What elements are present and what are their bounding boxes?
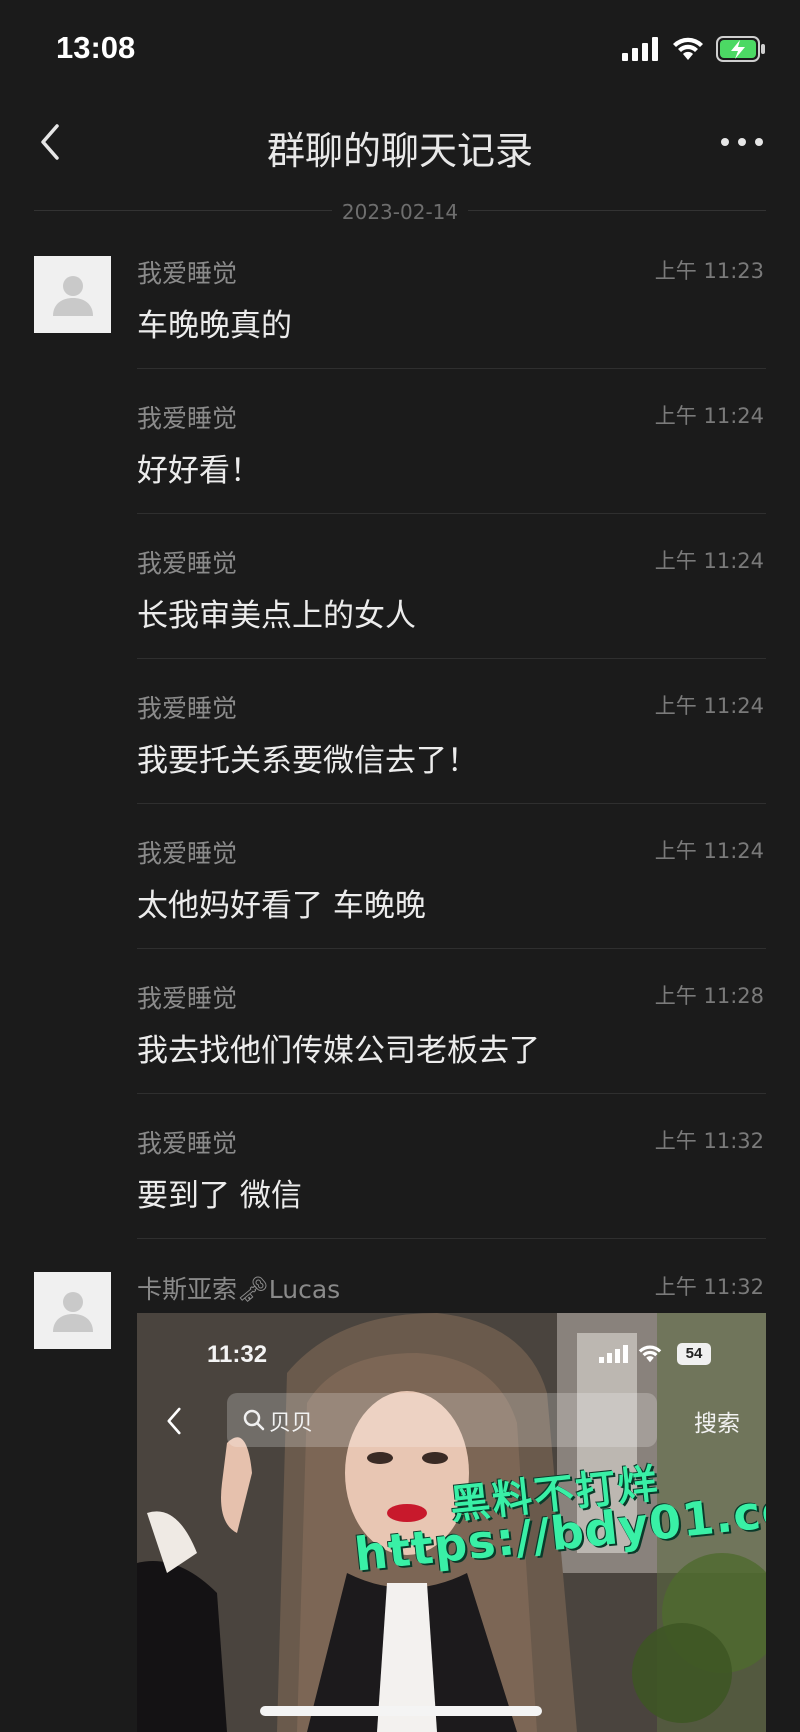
message-divider bbox=[137, 948, 766, 949]
default-avatar-icon bbox=[52, 1291, 93, 1332]
date-separator: 2023-02-14 bbox=[34, 196, 766, 226]
inner-signal-icon bbox=[599, 1345, 628, 1363]
message-time: 上午 11:24 bbox=[654, 694, 764, 718]
message-time: 上午 11:23 bbox=[654, 259, 764, 283]
page-title: 群聊的聊天记录 bbox=[266, 129, 533, 173]
message-divider bbox=[137, 368, 766, 369]
sender-name: 我爱睡觉 bbox=[137, 694, 238, 723]
avatar[interactable] bbox=[34, 256, 111, 333]
message-divider bbox=[137, 658, 766, 659]
status-bar: 13:08 bbox=[0, 0, 800, 100]
message-divider bbox=[137, 803, 766, 804]
image-attachment[interactable]: 11:32 54 贝贝 搜索 黑料不打烊 https://bdy01.com bbox=[137, 1313, 766, 1732]
inner-search-query: 贝贝 bbox=[269, 1411, 314, 1436]
sender-name: 卡斯亚索🗝Lucas bbox=[137, 1275, 341, 1304]
message-text: 好好看！ bbox=[137, 453, 261, 489]
more-options-button[interactable] bbox=[714, 120, 770, 164]
battery-charging-icon bbox=[716, 36, 765, 62]
more-dots-icon bbox=[721, 138, 763, 146]
sender-name: 我爱睡觉 bbox=[137, 549, 238, 578]
message-text: 我要托关系要微信去了！ bbox=[137, 743, 478, 779]
message-divider bbox=[137, 1093, 766, 1094]
message-text: 长我审美点上的女人 bbox=[137, 598, 416, 634]
avatar[interactable] bbox=[34, 1272, 111, 1349]
inner-battery-badge: 54 bbox=[677, 1343, 711, 1365]
message-time: 上午 11:24 bbox=[654, 839, 764, 863]
cellular-signal-icon bbox=[622, 37, 658, 61]
message-time: 上午 11:28 bbox=[654, 984, 764, 1008]
inner-status-time: 11:32 bbox=[207, 1341, 268, 1368]
status-icons bbox=[622, 34, 766, 64]
home-indicator bbox=[260, 1706, 542, 1716]
sender-name: 我爱睡觉 bbox=[137, 839, 238, 868]
message-text: 太他妈好看了 车晚晚 bbox=[137, 888, 426, 924]
sender-name: 我爱睡觉 bbox=[137, 404, 238, 433]
date-label: 2023-02-14 bbox=[331, 200, 469, 224]
nav-bar: 群聊的聊天记录 bbox=[0, 100, 800, 184]
default-avatar-icon bbox=[52, 275, 93, 316]
message-time: 上午 11:32 bbox=[654, 1129, 764, 1153]
sender-name: 我爱睡觉 bbox=[137, 259, 238, 288]
message-text: 要到了 微信 bbox=[137, 1178, 302, 1214]
sender-name: 我爱睡觉 bbox=[137, 1129, 238, 1158]
message-time: 上午 11:24 bbox=[654, 549, 764, 573]
message-time: 上午 11:32 bbox=[654, 1275, 764, 1299]
wifi-icon bbox=[673, 37, 703, 60]
message-time: 上午 11:24 bbox=[654, 404, 764, 428]
sender-name: 我爱睡觉 bbox=[137, 984, 238, 1013]
message-divider bbox=[137, 513, 766, 514]
message-text: 车晚晚真的 bbox=[137, 308, 292, 344]
message-text: 我去找他们传媒公司老板去了 bbox=[137, 1033, 540, 1069]
message-divider bbox=[137, 1238, 766, 1239]
inner-search-icon bbox=[243, 1409, 265, 1431]
status-time: 13:08 bbox=[56, 30, 136, 65]
inner-back-icon bbox=[167, 1407, 181, 1435]
inner-wifi-icon bbox=[638, 1345, 662, 1363]
inner-search-button: 搜索 bbox=[694, 1411, 740, 1437]
